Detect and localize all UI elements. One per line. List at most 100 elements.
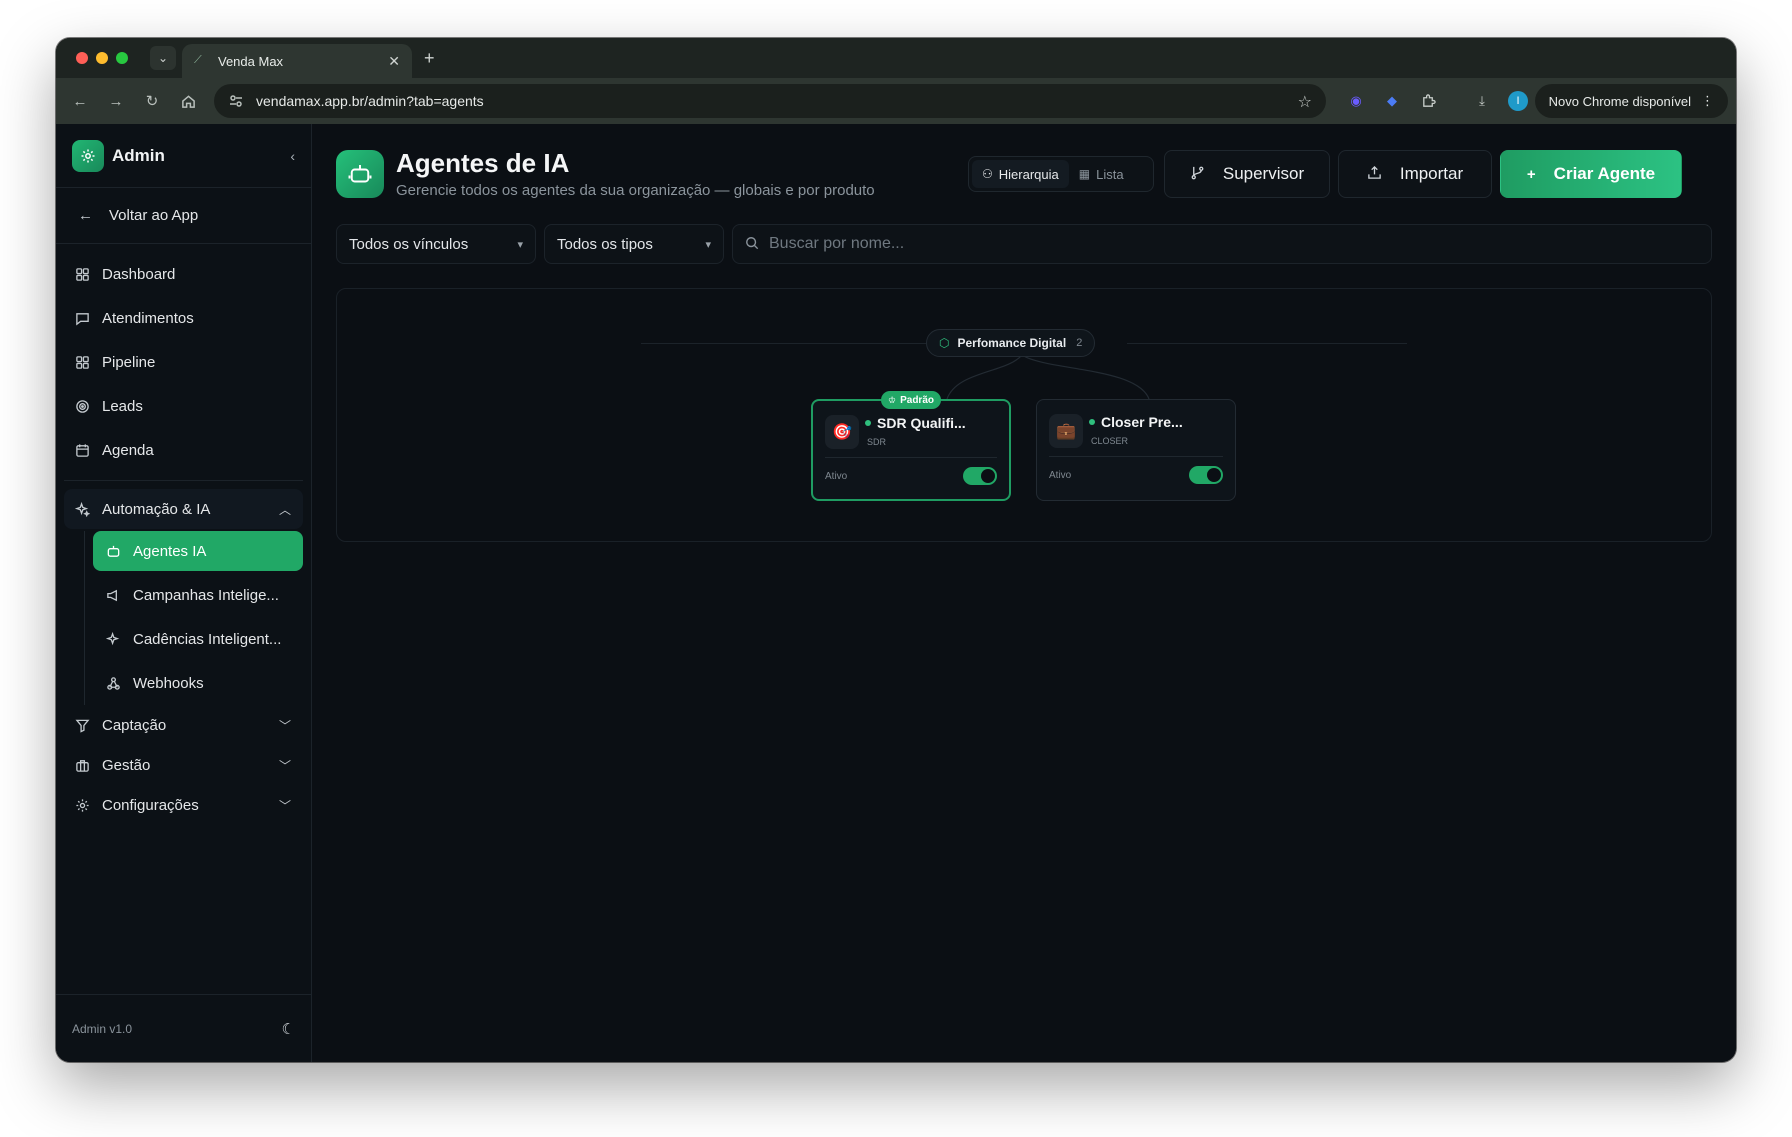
sidebar-item-leads[interactable]: Leads [64, 384, 303, 428]
sidebar-item-campanhas[interactable]: Campanhas Intelige... [93, 573, 303, 617]
default-badge-label: Padrão [900, 394, 934, 406]
create-agent-button[interactable]: + Criar Agente [1500, 150, 1682, 198]
product-node[interactable]: ⬡ Perfomance Digital 2 [926, 329, 1096, 357]
sidebar-item-webhooks[interactable]: Webhooks [93, 661, 303, 705]
view-toggle: ⚇ Hierarquia ▦ Lista [968, 156, 1154, 192]
type-filter-select[interactable]: Todos os tipos ▾ [544, 224, 724, 264]
view-list-button[interactable]: ▦ Lista [1069, 160, 1134, 188]
profile-avatar[interactable]: I [1508, 91, 1528, 111]
view-hierarchy-button[interactable]: ⚇ Hierarquia [972, 160, 1069, 188]
agent-active-toggle[interactable] [1189, 466, 1223, 484]
sidebar-item-label: Pipeline [102, 353, 156, 371]
sidebar-group-automacao[interactable]: Automação & IA ︿ [64, 489, 303, 529]
sidebar-item-agenda[interactable]: Agenda [64, 428, 303, 472]
back-to-app-label: Voltar ao App [109, 207, 199, 224]
import-button[interactable]: Importar [1338, 150, 1492, 198]
home-icon[interactable] [178, 91, 198, 111]
agent-card[interactable]: ♔ Padrão 🎯 SDR Qualifi... SDR Ativo [811, 391, 1011, 501]
forward-arrow-icon[interactable]: → [106, 91, 126, 111]
bookmark-star-icon[interactable]: ☆ [1298, 92, 1312, 112]
sidebar-group-gestao[interactable]: Gestão ﹀ [64, 745, 303, 785]
version-label: Admin v1.0 [72, 1021, 133, 1036]
sidebar-group-label: Configurações [102, 796, 199, 814]
arrow-left-icon: ← [78, 207, 93, 224]
create-agent-label: Criar Agente [1553, 164, 1656, 183]
git-branch-icon [1190, 165, 1205, 184]
tab-bar: ⌄ ⟋ Venda Max ✕ + [56, 38, 1736, 78]
sidebar-item-label: Agenda [102, 441, 154, 459]
sidebar-item-label: Agentes IA [133, 542, 207, 560]
back-to-app-link[interactable]: ← Voltar ao App [56, 188, 311, 244]
maximize-window-button[interactable] [116, 52, 128, 64]
agent-card[interactable]: 💼 Closer Pre... CLOSER Ativo [1036, 399, 1236, 501]
sidebar-item-atendimentos[interactable]: Atendimentos [64, 296, 303, 340]
close-window-button[interactable] [76, 52, 88, 64]
supervisor-button[interactable]: Supervisor [1164, 150, 1330, 198]
extensions-puzzle-icon[interactable] [1418, 91, 1438, 111]
online-status-dot [1089, 419, 1095, 425]
hierarchy-connectors [946, 354, 1150, 400]
crown-icon: ♔ [888, 394, 897, 405]
chevron-up-icon: ︿ [278, 502, 291, 517]
view-list-label: Lista [1096, 166, 1124, 182]
sidebar-item-label: Dashboard [102, 265, 176, 283]
site-settings-icon[interactable] [228, 93, 244, 109]
address-bar[interactable]: vendamax.app.br/admin?tab=agents ☆ [214, 84, 1326, 118]
new-tab-icon[interactable]: + [424, 48, 435, 69]
app-area: Admin ‹ ← Voltar ao App Dashboard Atendi… [56, 124, 1736, 1062]
chevron-down-icon: ﹀ [278, 798, 291, 813]
sidebar-divider [64, 480, 303, 481]
agent-status: Ativo [1049, 470, 1072, 481]
sidebar-item-cadencias[interactable]: Cadências Inteligent... [93, 617, 303, 661]
back-arrow-icon[interactable]: ← [70, 91, 90, 111]
chevron-down-icon: ﹀ [278, 758, 291, 773]
agent-active-toggle[interactable] [963, 467, 997, 485]
agent-name-text: SDR Qualifi... [877, 415, 966, 431]
tab-close-icon[interactable]: ✕ [388, 53, 400, 70]
tab-search-chevron-icon[interactable]: ⌄ [150, 46, 176, 70]
robot-icon [336, 150, 384, 198]
agent-role: CLOSER [1091, 436, 1129, 446]
extension-tag-icon[interactable]: ◆ [1382, 91, 1402, 111]
download-icon[interactable]: ⤓ [1472, 91, 1492, 111]
sidebar-item-dashboard[interactable]: Dashboard [64, 252, 303, 296]
link-filter-select[interactable]: Todos os vínculos ▾ [336, 224, 536, 264]
search-icon [745, 236, 759, 253]
reload-icon[interactable]: ↻ [142, 91, 162, 111]
browser-tab[interactable]: ⟋ Venda Max ✕ [182, 44, 412, 78]
sidebar-group-captacao[interactable]: Captação ﹀ [64, 705, 303, 745]
minimize-window-button[interactable] [96, 52, 108, 64]
agent-role: SDR [867, 437, 887, 447]
agent-status: Ativo [825, 471, 848, 482]
collapse-sidebar-chevron-icon[interactable]: ‹ [290, 148, 295, 164]
target-icon [74, 398, 90, 414]
import-label: Importar [1399, 164, 1464, 183]
chrome-update-button[interactable]: Novo Chrome disponível ⋮ [1534, 84, 1728, 118]
hierarchy-canvas: ⬡ Perfomance Digital 2 ♔ Padrão 🎯 SDR Qu… [336, 288, 1712, 542]
hierarchy-icon: ⚇ [982, 167, 993, 181]
agent-name: SDR Qualifi... [865, 415, 966, 431]
theme-moon-icon[interactable]: ☾ [282, 1020, 295, 1038]
type-filter-value: Todos os tipos [557, 235, 653, 253]
sidebar-item-label: Atendimentos [102, 309, 194, 327]
page-subtitle: Gerencie todos os agentes da sua organiz… [396, 182, 875, 199]
sparkle-icon [74, 501, 90, 517]
sidebar-item-pipeline[interactable]: Pipeline [64, 340, 303, 384]
agent-name: Closer Pre... [1089, 414, 1183, 430]
sidebar-group-configuracoes[interactable]: Configurações ﹀ [64, 785, 303, 825]
robot-icon [105, 543, 121, 559]
tab-title: Venda Max [218, 53, 284, 69]
product-agent-count: 2 [1076, 337, 1083, 349]
agent-avatar: 💼 [1049, 414, 1083, 448]
online-status-dot [865, 420, 871, 426]
plus-icon: + [1526, 165, 1536, 183]
sidebar-item-label: Cadências Inteligent... [133, 630, 282, 648]
search-box [732, 224, 1712, 264]
extension-wave-icon[interactable]: ◉ [1346, 91, 1366, 111]
sidebar-item-agentes-ia[interactable]: Agentes IA [93, 531, 303, 571]
main-content: Agentes de IA Gerencie todos os agentes … [312, 124, 1736, 1062]
chevron-down-icon: ▾ [705, 238, 711, 251]
search-input[interactable] [769, 235, 1699, 253]
product-name: Perfomance Digital [957, 336, 1067, 350]
sidebar-footer: Admin v1.0 ☾ [56, 994, 311, 1062]
